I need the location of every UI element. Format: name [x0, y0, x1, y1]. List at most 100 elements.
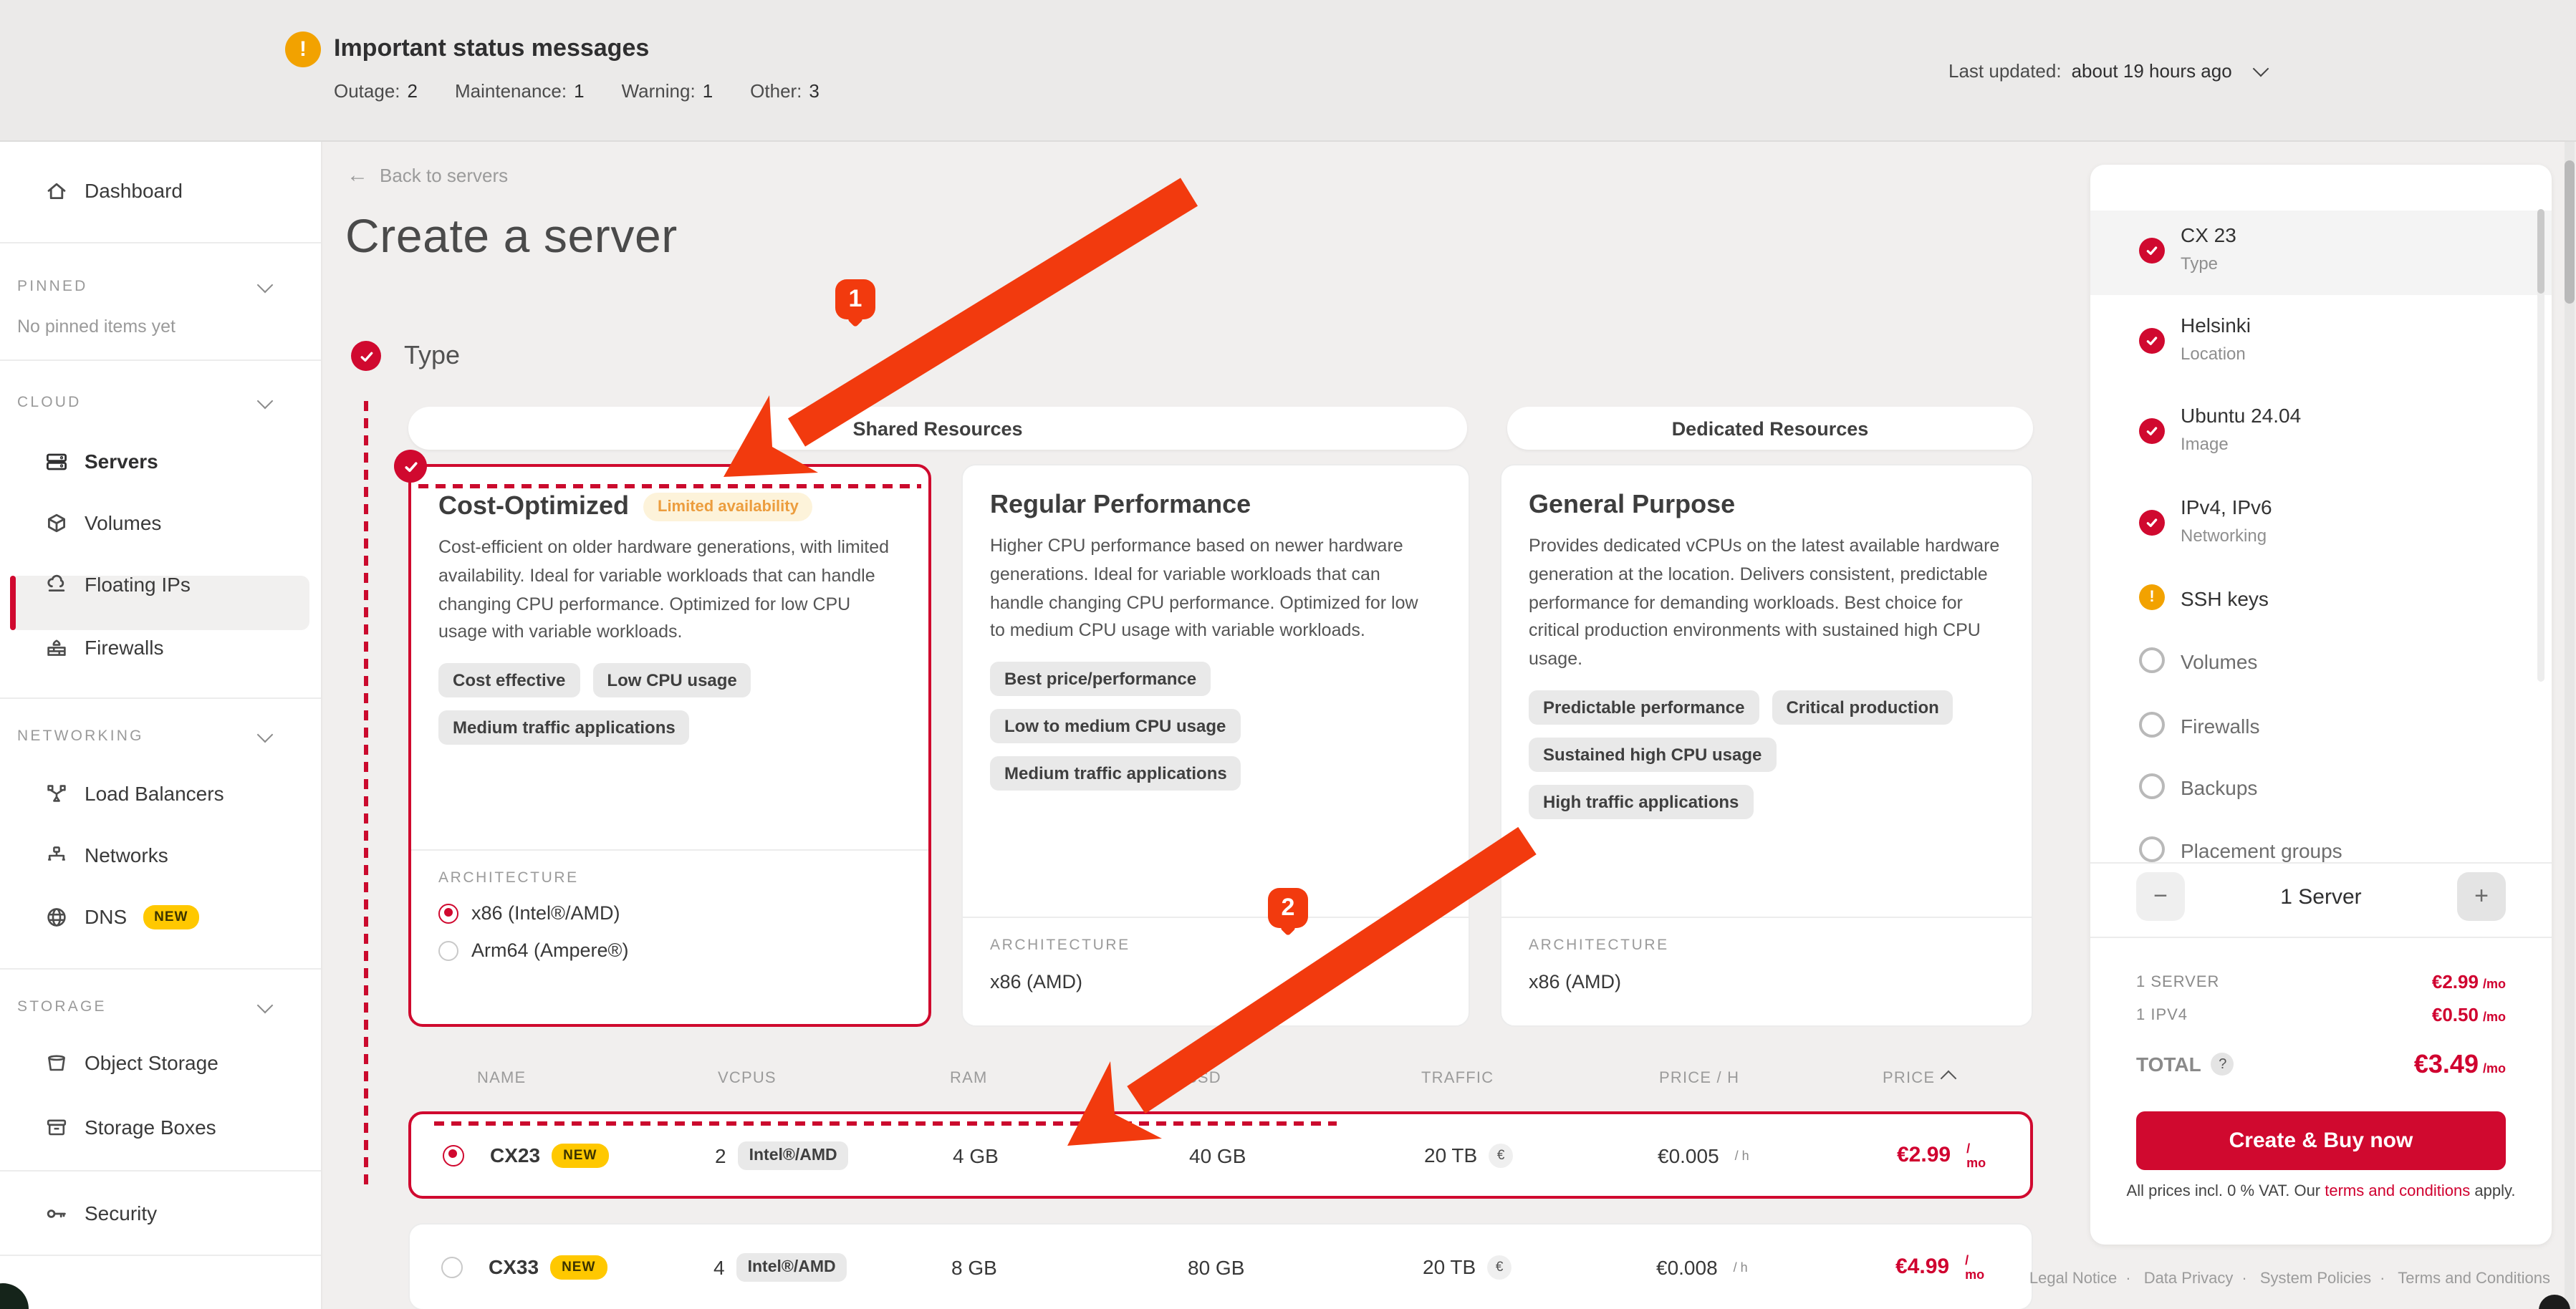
tag: Best price/performance	[990, 662, 1211, 696]
help-icon[interactable]: ?	[2211, 1053, 2234, 1076]
col-header-price[interactable]: PRICE	[1883, 1070, 1935, 1087]
chevron-down-icon[interactable]	[257, 393, 274, 410]
col-header-name[interactable]: NAME	[477, 1070, 526, 1087]
chevron-down-icon[interactable]	[257, 727, 274, 743]
sidebar-item-security[interactable]: Security	[0, 1189, 321, 1237]
sidebar-item-dns[interactable]: DNS NEW	[0, 892, 321, 941]
footer-link-privacy[interactable]: Data Privacy	[2144, 1270, 2234, 1288]
radio-x86-intel-amd[interactable]: x86 (Intel®/AMD)	[438, 902, 901, 924]
radio-icon[interactable]	[441, 1256, 463, 1277]
total-price: €3.49/mo	[2414, 1050, 2506, 1080]
sidebar-item-storage-boxes[interactable]: Storage Boxes	[0, 1103, 321, 1151]
sidebar-item-servers[interactable]: Servers	[0, 437, 321, 486]
tab-shared-resources[interactable]: Shared Resources	[408, 407, 1467, 450]
step-done-icon	[2139, 510, 2165, 536]
tab-dedicated-resources[interactable]: Dedicated Resources	[1507, 407, 2033, 450]
architecture-section: ARCHITECTURE x86 (Intel®/AMD) Arm64 (Amp…	[411, 849, 928, 1024]
sidebar-item-dashboard[interactable]: Dashboard	[0, 166, 321, 215]
summary-step-type[interactable]: CX 23	[2181, 223, 2236, 246]
sort-asc-icon[interactable]	[1941, 1071, 1957, 1087]
radio-icon[interactable]	[438, 940, 458, 960]
window-scrollbar-track[interactable]	[2565, 142, 2575, 1309]
plan-name: CX33 NEW	[489, 1255, 607, 1279]
bucket-icon	[44, 1050, 69, 1075]
back-to-servers-link[interactable]: ← Back to servers	[347, 163, 508, 188]
increase-server-count-button[interactable]: +	[2457, 872, 2506, 921]
footer-link-terms[interactable]: Terms and Conditions	[2398, 1270, 2550, 1288]
annotation-dashed-line	[434, 1121, 1337, 1126]
banner-counts: Outage:2 Maintenance:1 Warning:1 Other:3	[334, 80, 820, 102]
summary-step-placement-groups[interactable]: Placement groups	[2181, 839, 2342, 862]
summary-step-volumes[interactable]: Volumes	[2181, 650, 2257, 673]
plan-vcpus: 2 Intel®/AMD	[715, 1141, 849, 1169]
sidebar-item-firewalls[interactable]: Firewalls	[0, 623, 321, 672]
divider	[0, 968, 321, 970]
col-header-ssd[interactable]: SSD	[1186, 1070, 1221, 1087]
card-cost-optimized[interactable]: Cost-Optimized Limited availability Cost…	[408, 464, 931, 1027]
key-icon	[44, 1201, 69, 1225]
summary-step-image[interactable]: Ubuntu 24.04	[2181, 404, 2301, 427]
col-header-vcpus[interactable]: VCPUS	[718, 1070, 777, 1087]
tag: Medium traffic applications	[438, 710, 690, 745]
row-radio[interactable]	[441, 1256, 463, 1277]
sidebar-item-volumes[interactable]: Volumes	[0, 498, 321, 547]
summary-step-firewalls[interactable]: Firewalls	[2181, 715, 2259, 738]
chevron-down-icon[interactable]	[2252, 61, 2269, 77]
create-buy-now-button[interactable]: Create & Buy now	[2136, 1111, 2506, 1170]
maintenance-count: Maintenance:1	[455, 80, 585, 102]
footer-link-legal[interactable]: Legal Notice	[2029, 1270, 2117, 1288]
sidebar-item-networks[interactable]: Networks	[0, 831, 321, 879]
step-todo-icon	[2139, 773, 2165, 799]
firewall-icon	[44, 635, 69, 660]
summary-step-ssh-keys[interactable]: SSH keys	[2181, 587, 2269, 610]
card-regular-performance[interactable]: Regular Performance Higher CPU performan…	[961, 464, 1470, 1027]
window-scrollbar-thumb[interactable]	[2565, 160, 2575, 304]
summary-step-backups[interactable]: Backups	[2181, 776, 2257, 799]
divider	[0, 242, 321, 243]
page-title: Create a server	[345, 209, 678, 264]
tag: Cost effective	[438, 663, 580, 697]
table-row-cx33[interactable]: CX33 NEW 4 Intel®/AMD 8 GB 80 GB 20 TB €…	[408, 1223, 2033, 1309]
terms-link[interactable]: terms and conditions	[2325, 1183, 2470, 1200]
radio-selected-icon[interactable]	[438, 903, 458, 923]
type-section-label: Type	[404, 341, 460, 371]
table-row-cx23[interactable]: CX23 NEW 2 Intel®/AMD 4 GB 40 GB 20 TB €…	[408, 1111, 2033, 1199]
plan-ssd: 80 GB	[1188, 1255, 1244, 1278]
last-updated[interactable]: Last updated: about 19 hours ago	[1948, 60, 2267, 82]
chevron-down-icon[interactable]	[257, 277, 274, 294]
col-header-price-h[interactable]: PRICE / H	[1659, 1070, 1739, 1087]
step-todo-icon	[2139, 836, 2165, 862]
plan-ram: 4 GB	[953, 1144, 999, 1166]
footer-link-policies[interactable]: System Policies	[2260, 1270, 2371, 1288]
card-description: Higher CPU performance based on newer ha…	[990, 533, 1437, 646]
sidebar-header-storage: STORAGE	[17, 998, 107, 1015]
col-header-traffic[interactable]: TRAFFIC	[1421, 1070, 1494, 1087]
summary-step-networking[interactable]: IPv4, IPv6	[2181, 496, 2272, 518]
sidebar-item-floating-ips[interactable]: Floating IPs	[0, 560, 321, 609]
col-header-ram[interactable]: RAM	[950, 1070, 988, 1087]
dns-new-badge: NEW	[143, 904, 199, 929]
euro-icon[interactable]: €	[1487, 1255, 1512, 1279]
plan-ssd: 40 GB	[1189, 1144, 1246, 1166]
line-item-server-price: €2.99/mo	[2432, 971, 2506, 992]
warning-icon: !	[285, 32, 321, 67]
selected-check-badge	[394, 450, 427, 483]
load-balancer-icon	[44, 781, 69, 806]
radio-arm64-ampere[interactable]: Arm64 (Ampere®)	[438, 940, 901, 961]
sidebar-header-networking: NETWORKING	[17, 728, 144, 745]
architecture-section: ARCHITECTURE x86 (AMD)	[1501, 917, 2032, 1025]
sidebar: Dashboard PINNED No pinned items yet CLO…	[0, 142, 322, 1309]
annotation-dotted-line	[364, 401, 368, 1189]
panel-scrollbar-thumb[interactable]	[2537, 209, 2544, 294]
card-general-purpose[interactable]: General Purpose Provides dedicated vCPUs…	[1500, 464, 2033, 1027]
sidebar-item-object-storage[interactable]: Object Storage	[0, 1038, 321, 1087]
euro-icon[interactable]: €	[1489, 1143, 1513, 1167]
summary-step-location[interactable]: Helsinki	[2181, 314, 2251, 337]
divider	[0, 1255, 321, 1256]
tag: Critical production	[1772, 690, 1953, 725]
radio-selected-icon[interactable]	[443, 1144, 464, 1166]
row-radio[interactable]	[443, 1144, 464, 1166]
sidebar-item-load-balancers[interactable]: Load Balancers	[0, 769, 321, 818]
chevron-down-icon[interactable]	[257, 998, 274, 1014]
architecture-value: x86 (AMD)	[1529, 971, 2004, 992]
